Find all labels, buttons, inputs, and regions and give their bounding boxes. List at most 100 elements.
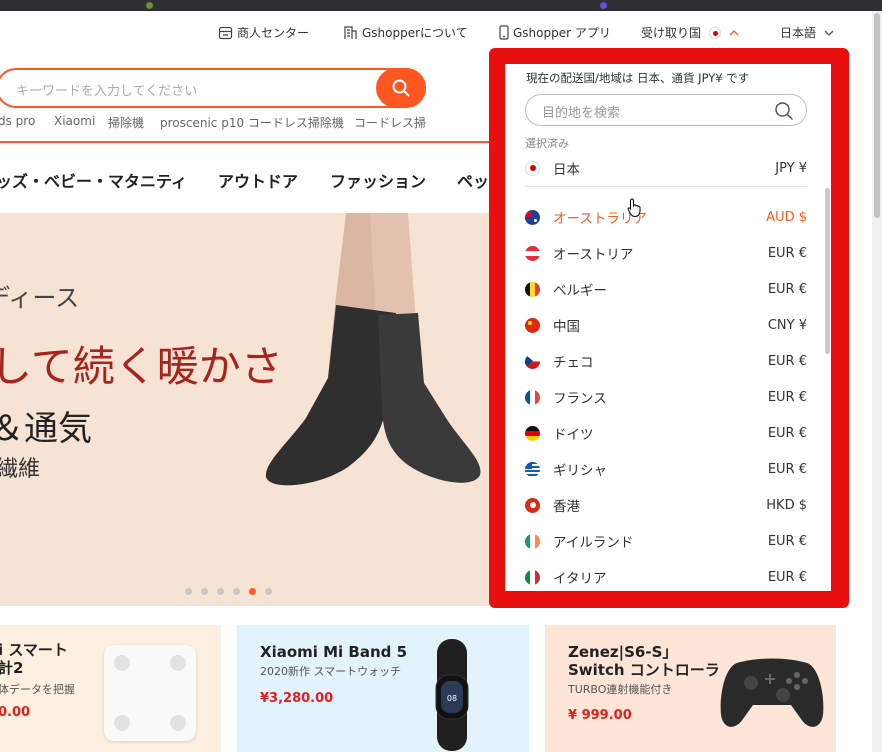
banner-headline: して続く暖かさ [0,342,283,391]
product-card[interactable]: Zenez|S6-S」 Switch コントローラ TURBO連射機能付き ¥ … [545,625,836,752]
search-icon [392,79,410,97]
country-option-france[interactable]: フランス EUR € [525,386,807,408]
ship-to-label: 受け取り国 [641,26,702,40]
chevron-down-icon [824,30,834,36]
japan-flag-icon [525,160,540,176]
country-currency: AUD $ [766,209,807,225]
country-option-germany[interactable]: ドイツ EUR € [525,422,807,444]
carousel-dots[interactable] [185,588,272,595]
category-link[interactable]: ファッション [330,168,426,192]
country-option-china[interactable]: 中国 CNY ¥ [525,314,807,336]
australia-flag-icon [525,209,540,225]
product-subtitle: TURBO連射機能付き [568,683,673,696]
czech-flag-icon [525,353,540,369]
search-icon [775,102,794,121]
country-name: チェコ [553,355,594,371]
hot-keyword[interactable]: Xiaomi [54,114,95,128]
hero-banner[interactable]: ディース して続く暖かさ ＆通気 繊維 [0,213,490,606]
about-label: Gshopperについて [362,26,468,40]
country-currency: HKD $ [766,497,807,513]
china-flag-icon [525,317,540,333]
carousel-dot[interactable] [185,588,192,595]
search-button[interactable] [376,68,426,108]
category-link[interactable]: アウトドア [218,168,298,192]
country-name: 香港 [553,499,580,515]
banner-line: 繊維 [0,457,41,482]
austria-flag-icon [525,245,540,261]
country-currency: EUR € [767,533,807,549]
belgium-flag-icon [525,281,540,297]
country-currency: JPY ¥ [775,160,807,176]
phone-icon [499,25,509,40]
country-name: オーストリア [553,247,634,263]
carousel-dot-active[interactable] [249,588,256,595]
country-option-greece[interactable]: ギリシャ EUR € [525,458,807,480]
product-name: i スマート [0,641,68,659]
country-name: フランス [553,391,607,407]
country-currency: EUR € [767,353,807,369]
destination-search-placeholder: 目的地を検索 [542,106,621,121]
country-option-belgium[interactable]: ベルギー EUR € [525,278,807,300]
carousel-dot[interactable] [217,588,224,595]
destination-search-input[interactable]: 目的地を検索 [525,94,807,126]
product-subtitle: 体データを把握 [0,683,75,696]
greece-flag-icon [525,461,540,477]
product-card[interactable]: Xiaomi Mi Band 5 2020新作 スマートウォッチ ¥3,280.… [237,625,529,752]
search-input[interactable]: キーワードを入力してください [16,80,197,99]
product-price: ¥ 999.00 [568,708,632,723]
carousel-dot[interactable] [233,588,240,595]
country-option-australia[interactable]: オーストラリア AUD $ [525,206,807,228]
banner-line: ＆通気 [0,409,92,449]
banner-line: ディース [0,284,80,312]
language-selector[interactable]: 日本語 [780,24,834,41]
browser-top-strip [0,0,882,11]
country-currency: EUR € [767,245,807,261]
page-scrollbar[interactable] [872,11,882,752]
hand-cursor-icon [627,198,641,218]
country-currency: EUR € [767,389,807,405]
ship-to-selector[interactable]: 受け取り国 [641,24,739,41]
hot-keyword[interactable]: コードレス掃 [354,114,426,131]
selected-country-row[interactable]: 日本 JPY ¥ [525,157,807,179]
game-controller-image [720,658,824,727]
country-option-czech[interactable]: チェコ EUR € [525,350,807,372]
tab-favicon [146,2,153,9]
carousel-dot[interactable] [201,588,208,595]
france-flag-icon [525,389,540,405]
scrollbar-thumb[interactable] [874,13,880,218]
category-link[interactable]: ッズ・ベビー・マタニティ [0,168,187,192]
socks-image [265,213,481,486]
merchant-center-link[interactable]: 商人センター [218,24,309,41]
germany-flag-icon [525,425,540,441]
country-name: ドイツ [553,427,594,443]
hot-keyword[interactable]: 掃除機 [108,114,144,131]
app-link[interactable]: Gshopper アプリ [499,24,611,41]
country-currency: EUR € [767,281,807,297]
carousel-dot[interactable] [265,588,272,595]
country-option-austria[interactable]: オーストリア EUR € [525,242,807,264]
category-link[interactable]: ペッ [457,168,489,192]
product-price: 0.00 [0,705,31,720]
country-option-hongkong[interactable]: 香港 HKD $ [525,494,807,516]
country-name: イタリア [553,571,607,587]
country-currency: CNY ¥ [767,317,807,333]
product-price: ¥3,280.00 [260,691,334,706]
country-option-ireland[interactable]: アイルランド EUR € [525,530,807,552]
dropdown-scrollbar[interactable] [825,188,830,354]
about-link[interactable]: Gshopperについて [343,24,468,41]
header-divider [0,141,490,143]
search-bar[interactable]: キーワードを入力してください [0,68,426,108]
svg-text:08: 08 [447,694,457,703]
country-name: アイルランド [553,535,634,551]
product-card[interactable]: i スマート 計2 体データを把握 0.00 [0,625,221,752]
hot-keyword[interactable]: ds pro [0,114,35,128]
country-name: 日本 [553,162,580,178]
smart-band-image: 08 [435,639,469,751]
hot-keyword[interactable]: proscenic p10 コードレス掃除機 [160,114,344,131]
product-name: Xiaomi Mi Band 5 [260,643,408,661]
country-option-italy[interactable]: イタリア EUR € [525,566,807,588]
merchant-center-label: 商人センター [237,26,310,40]
country-name: 中国 [553,319,580,335]
selected-section-label: 選択済み [525,137,569,150]
app-label: Gshopper アプリ [513,26,611,40]
